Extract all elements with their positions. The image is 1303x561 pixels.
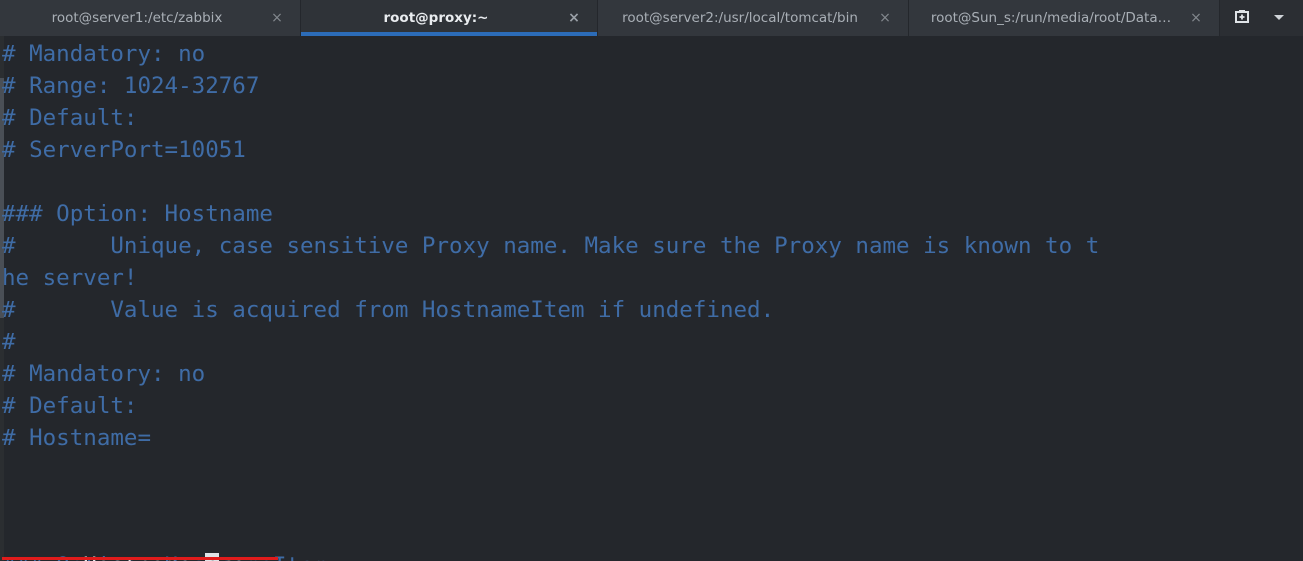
chevron-down-icon [1272, 9, 1286, 28]
terminal-body[interactable]: # Mandatory: no # Range: 1024-32767 # Defa… [0, 36, 1303, 561]
terminal-line: # Hostname= [2, 425, 152, 451]
tab-label: root@proxy:~ [383, 10, 489, 26]
terminal-line: # [2, 329, 16, 355]
terminal-line: # Mandatory: no [2, 41, 206, 67]
terminal-screen: # Mandatory: no # Range: 1024-32767 # Defa… [0, 36, 1303, 561]
terminal-line-list: # Mandatory: no # Range: 1024-32767 # Defa… [0, 38, 1303, 518]
terminal-line: # Value is acquired from HostnameItem if… [2, 297, 775, 323]
tab-label: root@Sun_s:/run/media/root/Data… [930, 10, 1172, 26]
tab-close-icon[interactable]: × [264, 11, 290, 25]
terminal-line: # Default: [2, 393, 138, 419]
new-tab-button[interactable] [1220, 0, 1264, 36]
editing-line[interactable]: Hostname=proxy [0, 518, 1303, 561]
tab-3[interactable]: root@Sun_s:/run/media/root/Data… × [909, 0, 1219, 36]
tab-list: root@server1:/etc/zabbix × root@proxy:~ × ro… [0, 0, 1220, 36]
terminal-line: # Range: 1024-32767 [2, 73, 260, 99]
tab-menu-button[interactable] [1264, 0, 1303, 36]
edit-underline [2, 557, 278, 560]
tab-bar: root@server1:/etc/zabbix × root@proxy:~ × ro… [0, 0, 1303, 36]
terminal-line: # Mandatory: no [2, 361, 206, 387]
tab-close-icon[interactable]: × [872, 11, 898, 25]
new-tab-icon [1232, 6, 1252, 30]
terminal-line: he server! [2, 265, 138, 291]
tab-close-icon[interactable]: × [561, 11, 587, 25]
terminal-line: # Unique, case sensitive Proxy name. Mak… [2, 233, 1100, 259]
tab-1[interactable]: root@proxy:~ × [301, 0, 597, 36]
tab-0[interactable]: root@server1:/etc/zabbix × [0, 0, 300, 36]
terminal-line: # Default: [2, 105, 138, 131]
terminal-line: ### Option: Hostname [2, 201, 273, 227]
terminal-line: # ServerPort=10051 [2, 137, 246, 163]
tab-close-icon[interactable]: × [1183, 11, 1209, 25]
tab-label: root@server2:/usr/local/tomcat/bin [622, 10, 858, 26]
tab-2[interactable]: root@server2:/usr/local/tomcat/bin × [598, 0, 908, 36]
tab-label: root@server1:/etc/zabbix [51, 10, 223, 26]
